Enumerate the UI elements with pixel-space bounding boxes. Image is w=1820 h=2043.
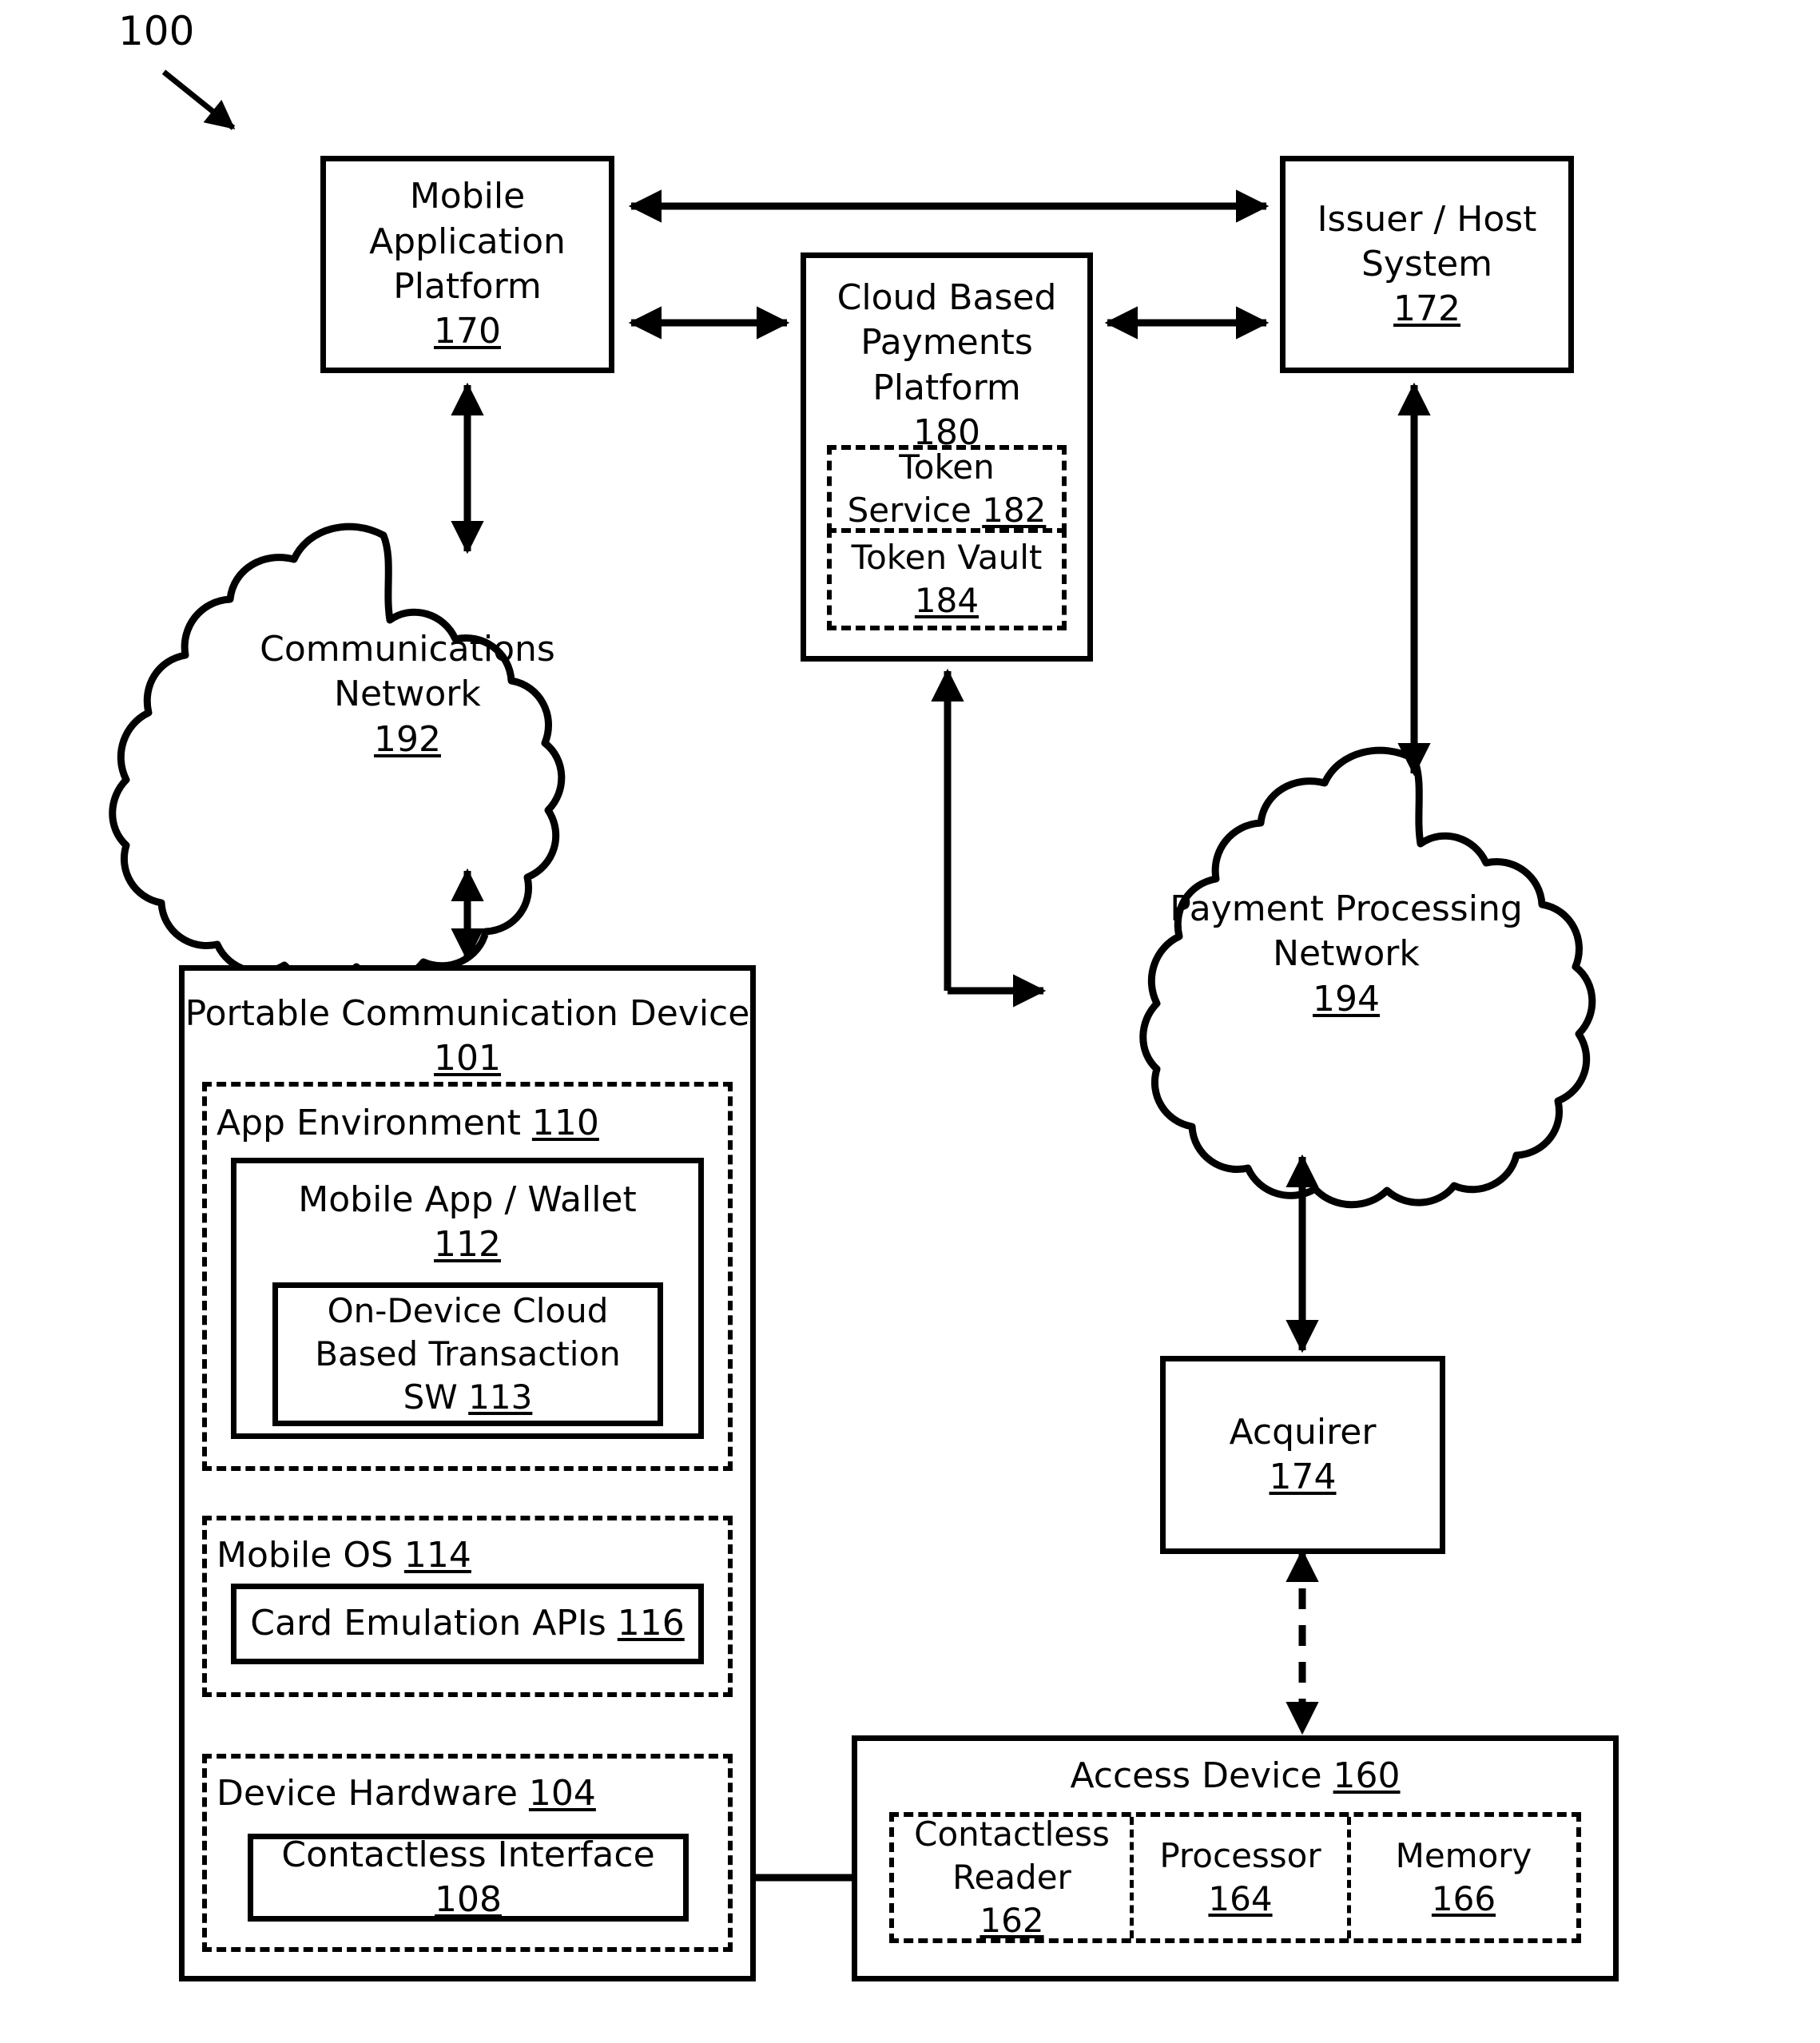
reference-numeral: 113 xyxy=(468,1377,533,1417)
node-contactless-interface[interactable]: Contactless Interface 108 xyxy=(248,1834,689,1922)
reference-numeral: 114 xyxy=(403,1535,471,1576)
label-line: Acquirer xyxy=(1229,1411,1377,1453)
acquirer-label: Acquirer 174 xyxy=(1166,1361,1440,1548)
figure-number: 100 xyxy=(118,8,195,54)
node-on-device-cloud-based-transaction-sw[interactable]: On-Device Cloud Based Transaction SW 113 xyxy=(272,1282,663,1426)
wire-cbpp-to-payment-network xyxy=(931,668,1047,1008)
label-line: Mobile xyxy=(409,176,526,217)
label-line: Token Vault xyxy=(851,538,1043,578)
label-line: Network xyxy=(334,674,481,715)
reference-numeral: 104 xyxy=(528,1773,596,1814)
label-line: Based Transaction xyxy=(315,1334,621,1374)
label-line: Application xyxy=(369,221,566,262)
node-processor[interactable]: Processor 164 xyxy=(1134,1817,1351,1938)
reference-numeral: 172 xyxy=(1393,288,1460,330)
reference-numeral: 110 xyxy=(531,1103,599,1143)
reference-numeral: 164 xyxy=(1208,1879,1273,1918)
label-line: Mobile App / Wallet xyxy=(298,1179,637,1220)
reference-numeral: 112 xyxy=(434,1224,501,1266)
label-line: On-Device Cloud xyxy=(327,1291,609,1331)
figure-lead-line xyxy=(161,70,236,130)
cloud-based-payments-platform-label: Cloud Based Payments Platform 180 xyxy=(806,276,1087,455)
reference-numeral: 194 xyxy=(1313,978,1380,1020)
label-line: Reader xyxy=(952,1858,1071,1898)
label-line-with-ref: SW 113 xyxy=(403,1377,533,1417)
label-line: Payments xyxy=(860,322,1033,364)
label-line: Cloud Based xyxy=(836,277,1057,318)
node-issuer-host-system[interactable]: Issuer / Host System 172 xyxy=(1280,156,1574,373)
access-device-label: Access Device 160 xyxy=(857,1754,1613,1799)
reference-numeral: 108 xyxy=(435,1879,502,1920)
label-line: App Environment xyxy=(217,1103,532,1143)
label-line: Communications xyxy=(260,629,555,670)
reference-numeral: 192 xyxy=(374,718,441,760)
node-token-service[interactable]: Token Service 182 xyxy=(827,445,1067,533)
reference-numeral: 160 xyxy=(1333,1755,1401,1796)
token-vault-label: Token Vault 184 xyxy=(832,533,1062,626)
figure-canvas: 100 Mobile Application Platform 170 Clou… xyxy=(0,0,1820,2043)
app-environment-label: App Environment 110 xyxy=(197,1101,737,1146)
node-card-emulation-apis[interactable]: Card Emulation APIs 116 xyxy=(231,1584,704,1664)
mobile-app-wallet-label: Mobile App / Wallet 112 xyxy=(236,1178,698,1268)
reference-numeral: 184 xyxy=(914,581,980,620)
portable-communication-device-label: Portable Communication Device 101 xyxy=(185,992,750,1082)
label-line: Device Hardware xyxy=(217,1773,529,1814)
label-line: Portable Communication Device xyxy=(185,993,750,1034)
label-line: Memory xyxy=(1395,1836,1532,1876)
node-mobile-application-platform[interactable]: Mobile Application Platform 170 xyxy=(320,156,614,373)
label-line: Processor xyxy=(1159,1836,1321,1876)
reference-numeral: 182 xyxy=(982,491,1047,530)
device-hardware-label: Device Hardware 104 xyxy=(197,1771,737,1816)
card-emulation-apis-label: Card Emulation APIs 116 xyxy=(236,1589,698,1659)
contactless-interface-label: Contactless Interface 108 xyxy=(253,1834,683,1920)
mobile-application-platform-label: Mobile Application Platform 170 xyxy=(326,161,609,368)
reference-numeral: 170 xyxy=(434,311,501,352)
label-line: Platform xyxy=(393,266,542,307)
label-line: System xyxy=(1361,243,1493,284)
issuer-host-system-label: Issuer / Host System 172 xyxy=(1286,161,1568,368)
label-line: Issuer / Host xyxy=(1317,198,1537,240)
on-device-sw-label: On-Device Cloud Based Transaction SW 113 xyxy=(278,1288,658,1421)
node-memory[interactable]: Memory 166 xyxy=(1351,1817,1576,1938)
label-line: Token xyxy=(899,447,995,487)
payment-processing-network-label: Payment Processing Network 194 xyxy=(1150,887,1542,1022)
communications-network-label: Communications Network 192 xyxy=(240,627,575,762)
label-line: Platform xyxy=(872,367,1021,408)
reference-numeral: 166 xyxy=(1431,1879,1496,1918)
label-line: Contactless xyxy=(914,1814,1110,1854)
reference-numeral: 116 xyxy=(617,1603,685,1644)
label-line-with-ref: Contactless Interface 108 xyxy=(281,1834,655,1920)
reference-numeral: 101 xyxy=(434,1038,501,1079)
node-token-vault[interactable]: Token Vault 184 xyxy=(827,528,1067,630)
label-line: Payment Processing xyxy=(1170,888,1523,929)
label-line-with-ref: Card Emulation APIs 116 xyxy=(250,1603,685,1644)
label-line: Network xyxy=(1273,933,1420,975)
label-line: Mobile OS xyxy=(217,1535,404,1576)
reference-numeral: 174 xyxy=(1269,1457,1337,1497)
token-service-label: Token Service 182 xyxy=(832,447,1062,530)
label-line-with-ref: Service 182 xyxy=(847,491,1047,530)
reference-numeral: 162 xyxy=(980,1900,1044,1940)
label-line-with-ref: Access Device 160 xyxy=(1070,1755,1401,1796)
node-contactless-reader[interactable]: Contactless Reader 162 xyxy=(894,1814,1134,1940)
access-device-components-group: Contactless Reader 162 Processor 164 Mem… xyxy=(889,1812,1581,1943)
mobile-os-label: Mobile OS 114 xyxy=(197,1533,737,1578)
node-acquirer[interactable]: Acquirer 174 xyxy=(1160,1356,1445,1554)
